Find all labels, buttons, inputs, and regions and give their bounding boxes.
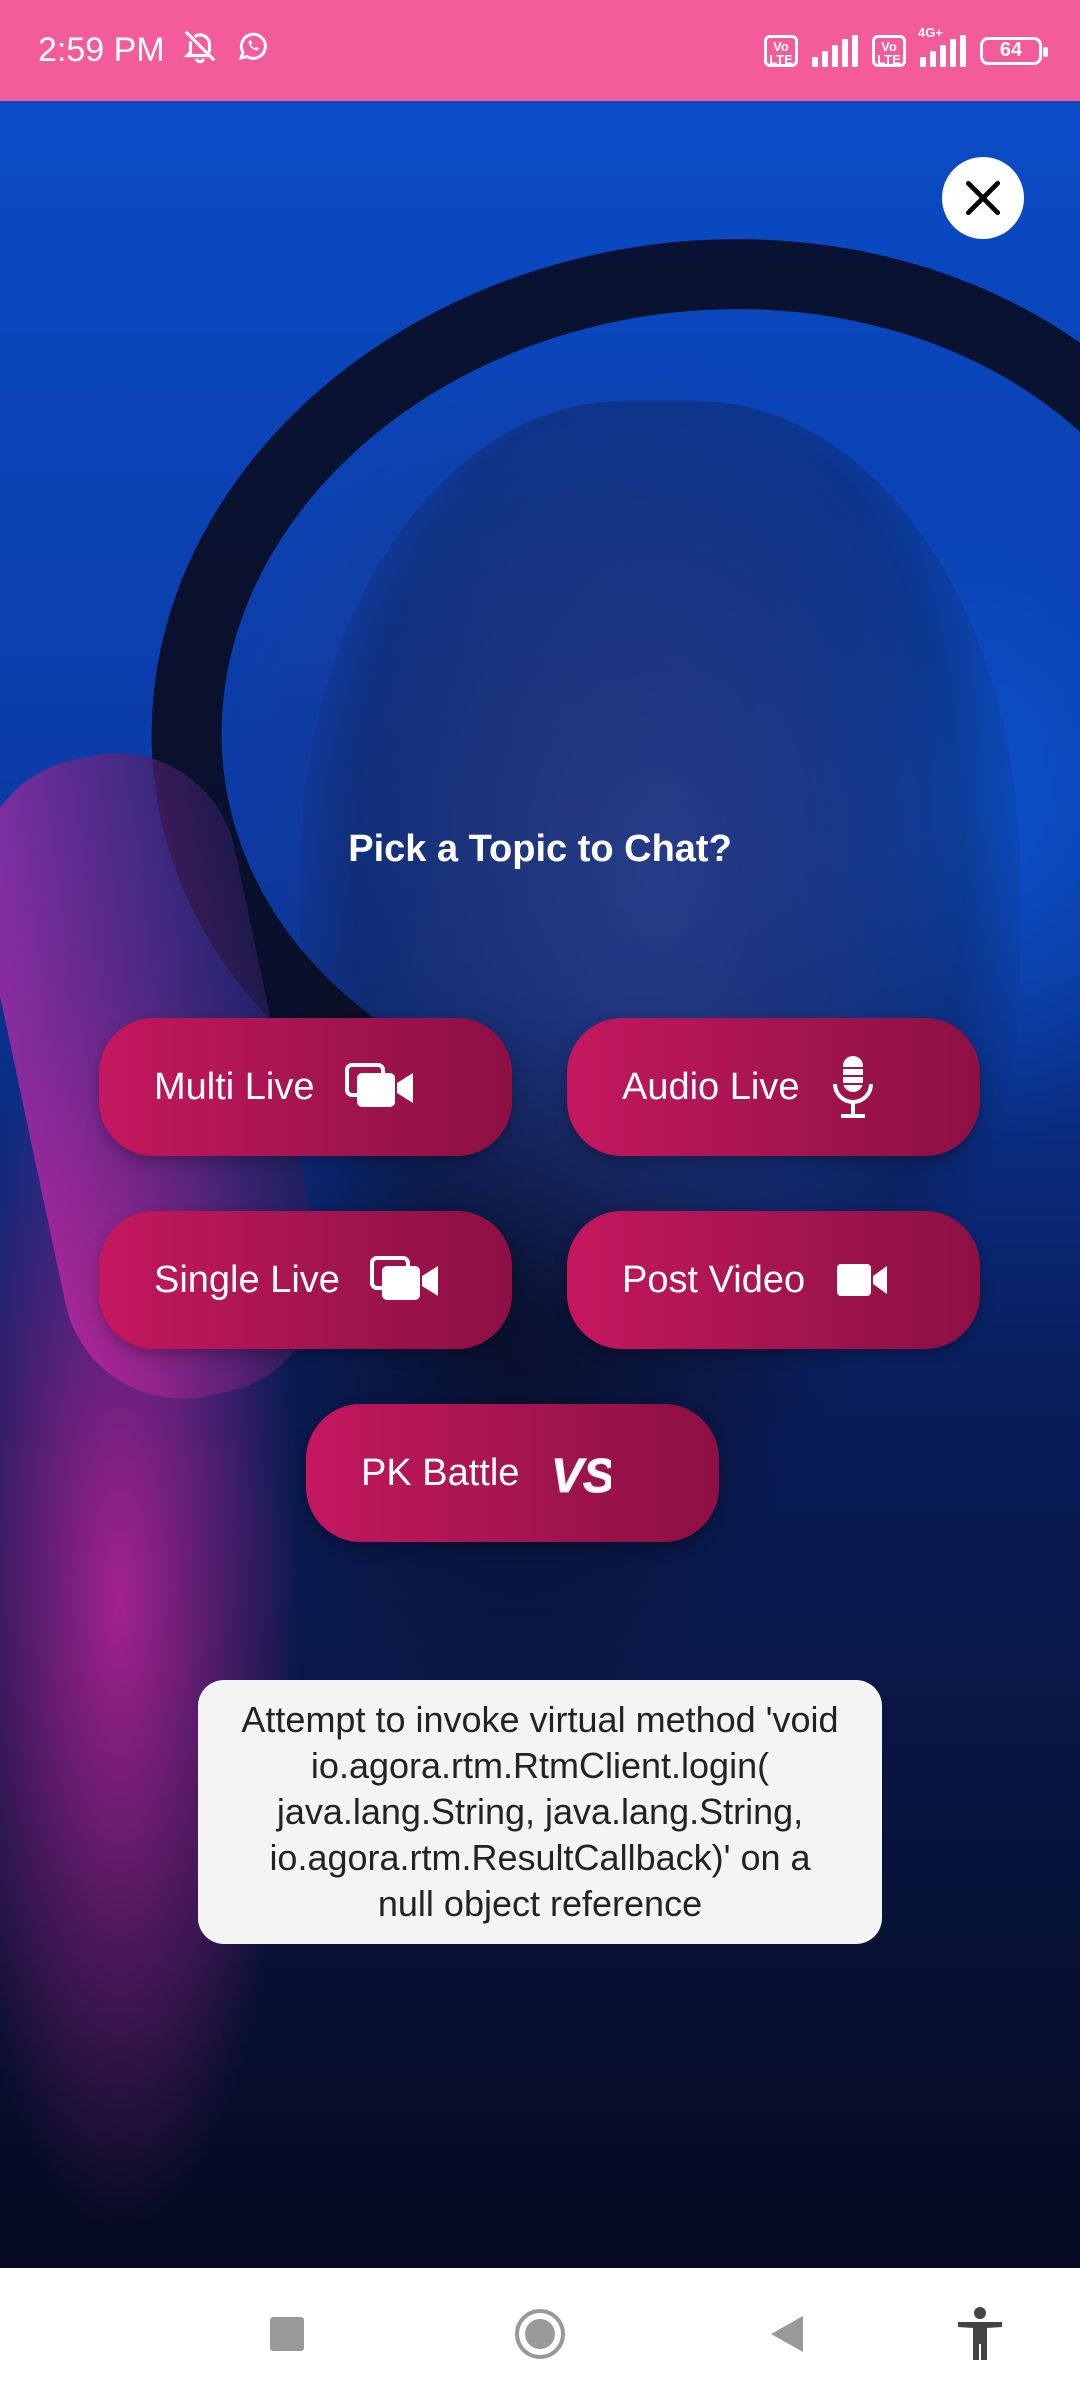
accessibility-button[interactable] [935,2268,1025,2400]
volte-icon: Vo LTE [764,34,798,67]
video-camera-icon [835,1260,889,1300]
accessibility-icon [958,2307,1002,2360]
whatsapp-icon [235,28,271,73]
battery-level: 64 [999,39,1023,61]
multi-live-label: Multi Live [154,1065,315,1108]
status-left: 2:59 PM [38,27,271,74]
microphone-icon [829,1054,877,1120]
post-video-label: Post Video [622,1258,806,1301]
home-button[interactable] [495,2268,585,2400]
status-right: Vo LTE Vo LTE 4G+ 64 [764,25,1048,67]
post-video-button[interactable]: Post Video [567,1211,980,1349]
vs-icon: VS [549,1448,612,1499]
svg-text:VS: VS [551,1450,611,1498]
signal-icon [812,34,858,67]
volte-icon-2: Vo LTE [872,34,906,67]
multi-camera-icon [344,1063,415,1111]
audio-live-button[interactable]: Audio Live [567,1018,980,1156]
close-icon [965,180,1001,216]
audio-live-label: Audio Live [622,1065,800,1108]
multi-live-button[interactable]: Multi Live [99,1018,512,1156]
pk-battle-label: PK Battle [361,1451,520,1494]
network-type-label: 4G+ [918,24,943,40]
pk-battle-button[interactable]: PK Battle VS [306,1404,719,1542]
page-title: Pick a Topic to Chat? [348,828,732,870]
status-time: 2:59 PM [38,31,165,69]
bell-off-icon [181,27,219,74]
close-button[interactable] [942,157,1024,239]
recents-icon [270,2317,304,2351]
home-icon [515,2309,565,2359]
signal-4g-icon: 4G+ [918,25,966,67]
single-live-label: Single Live [154,1258,340,1301]
error-toast: Attempt to invoke virtual method 'void i… [198,1680,882,1944]
battery-icon: 64 [980,36,1048,65]
recents-button[interactable] [242,2268,332,2400]
status-bar: 2:59 PM Vo LTE Vo LTE 4G+ 64 [0,0,1080,101]
back-button[interactable] [742,2268,832,2400]
toast-message: Attempt to invoke virtual method 'void i… [241,1699,839,1924]
multi-camera-icon [369,1256,440,1304]
back-icon [771,2316,803,2352]
single-live-button[interactable]: Single Live [99,1211,512,1349]
system-nav-bar [0,2268,1080,2400]
